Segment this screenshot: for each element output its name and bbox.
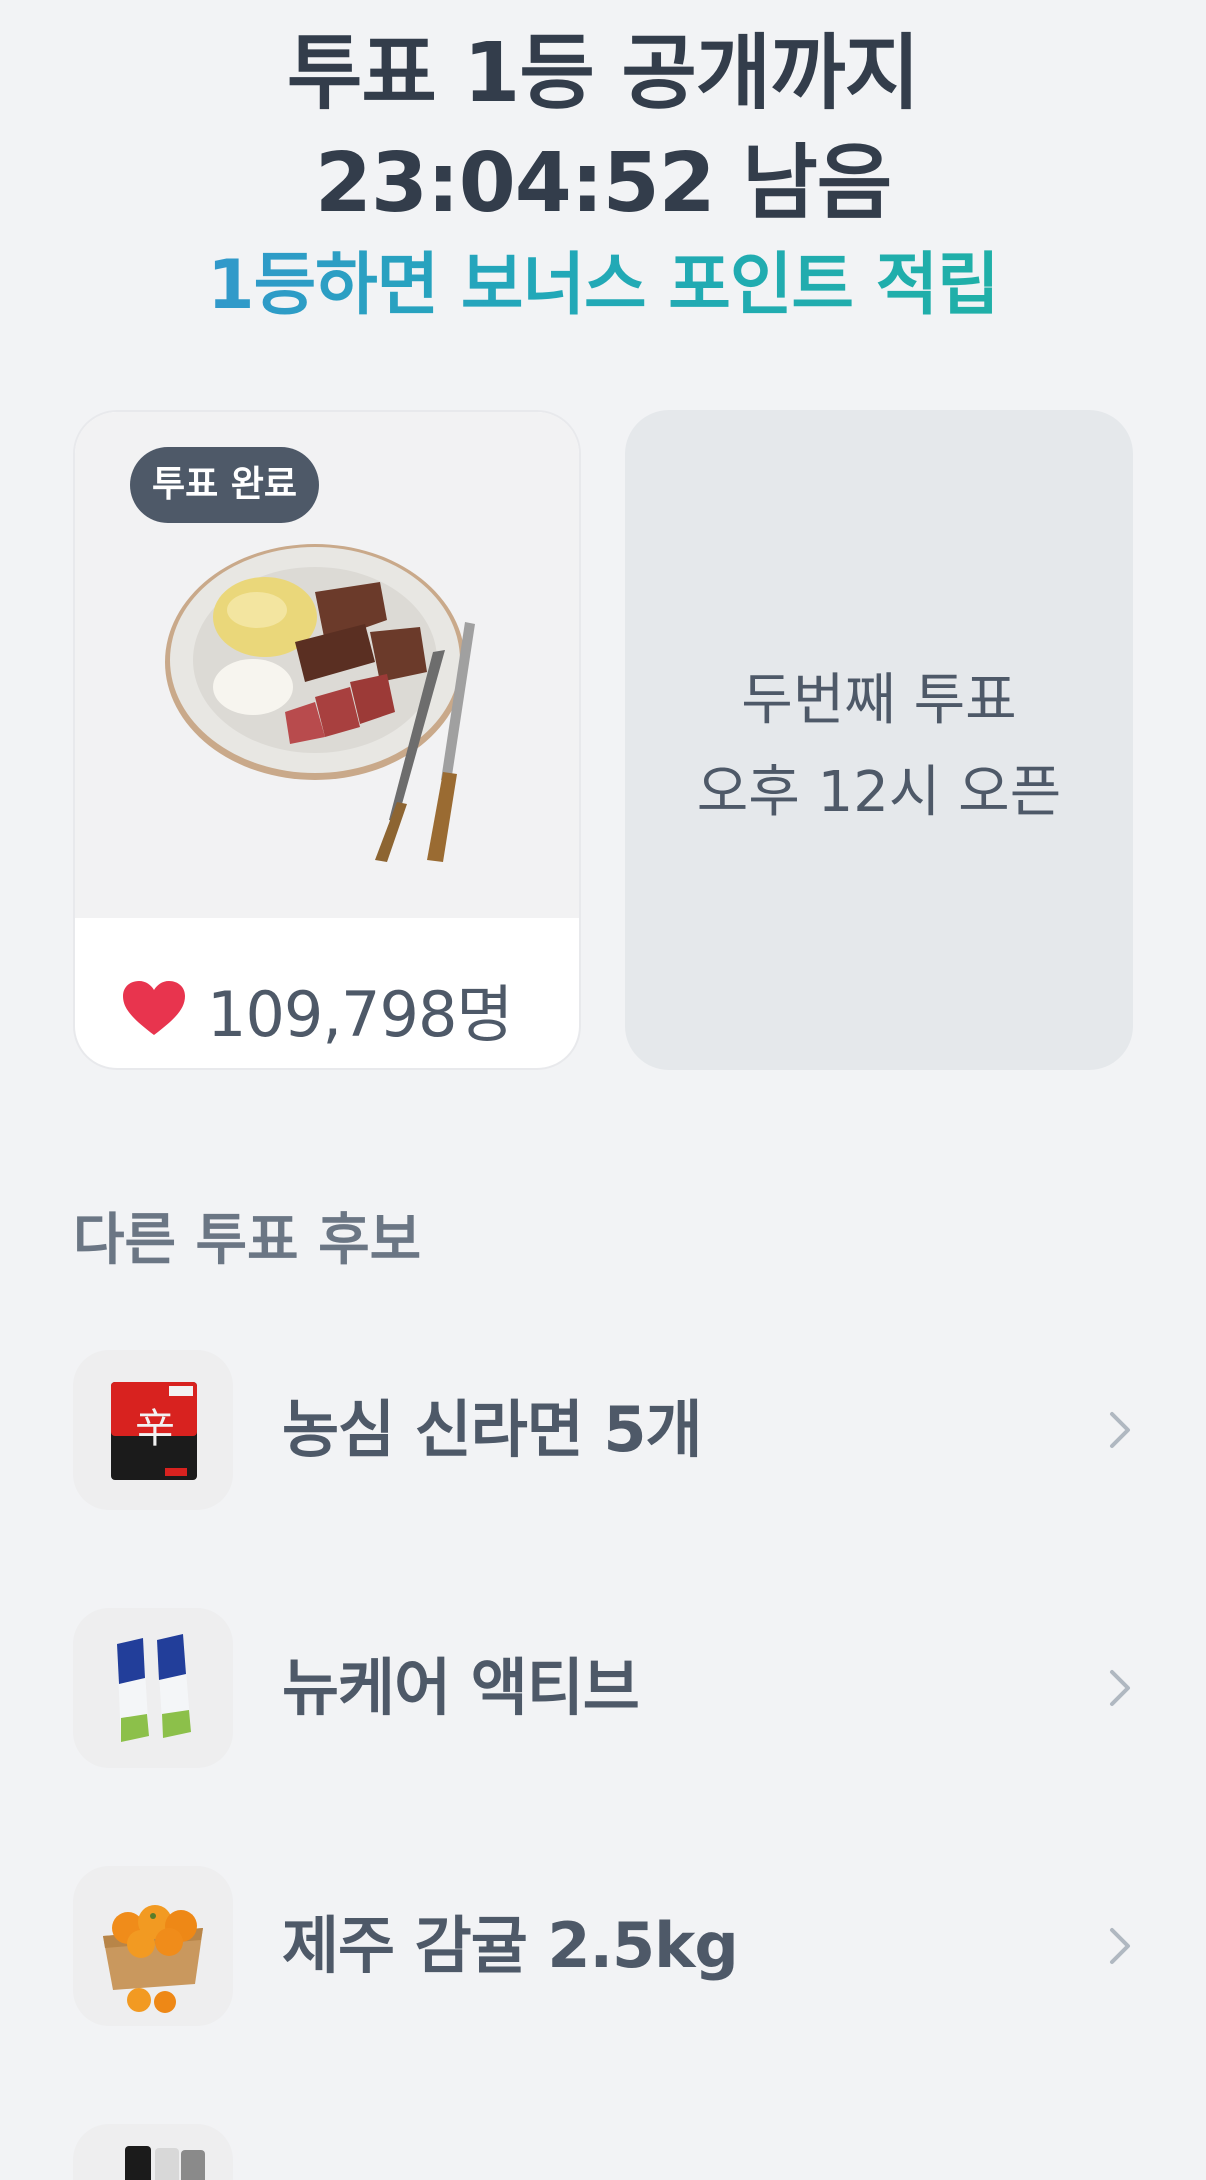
voted-item-card[interactable]: 투표 완료 109,798명 xyxy=(73,410,581,1070)
other-candidates-title: 다른 투표 후보 xyxy=(73,1208,422,1273)
voted-item-image-area: 투표 완료 xyxy=(75,412,579,918)
candidate-thumbnail xyxy=(73,2124,233,2180)
candidate-item-newcare[interactable]: 뉴케어 액티브 xyxy=(0,1608,1206,1768)
vote-page: 투표 1등 공개까지 23:04:52 남음 1등하면 보너스 포인트 적립 투… xyxy=(0,0,1206,2180)
candidate-thumbnail xyxy=(73,1608,233,1768)
bonus-message: 1등하면 보너스 포인트 적립 xyxy=(0,236,1206,336)
countdown-title: 투표 1등 공개까지 xyxy=(286,26,920,121)
svg-text:辛: 辛 xyxy=(135,1406,175,1452)
vote-count: 109,798명 xyxy=(207,978,513,1051)
candidate-thumbnail: 辛 xyxy=(73,1350,233,1510)
heart-icon xyxy=(123,981,185,1035)
candidate-item-ramen[interactable]: 辛 농심 신라면 5개 xyxy=(0,1350,1206,1510)
vote-complete-badge: 투표 완료 xyxy=(130,447,320,523)
socks-icon xyxy=(125,2146,205,2180)
countdown-timer: 23:04:52 남음 xyxy=(314,136,892,231)
chevron-right-icon xyxy=(1110,1928,1130,1964)
tangerine-basket-icon xyxy=(103,1905,203,2013)
candidate-item-tangerine[interactable]: 제주 감귤 2.5kg xyxy=(0,1866,1206,2026)
candidate-label: 농심 신라면 5개 xyxy=(282,1393,703,1466)
next-vote-time: 오후 12시 오픈 xyxy=(696,760,1062,825)
vote-count-row: 109,798명 xyxy=(123,964,513,1054)
candidate-label: 제주 감귤 2.5kg xyxy=(282,1909,739,1982)
next-vote-title: 두번째 투표 xyxy=(741,668,1017,733)
chevron-right-icon xyxy=(1110,1670,1130,1706)
steak-plate-image xyxy=(165,544,475,862)
candidate-item-socks[interactable] xyxy=(0,2124,1206,2180)
candidate-label: 뉴케어 액티브 xyxy=(282,1651,640,1724)
next-vote-card: 두번째 투표 오후 12시 오픈 xyxy=(625,410,1133,1070)
chevron-right-icon xyxy=(1110,1412,1130,1448)
milk-carton-icon xyxy=(117,1634,191,1742)
next-vote-info: 두번째 투표 오후 12시 오픈 xyxy=(625,655,1133,839)
ramen-pack-icon: 辛 xyxy=(111,1382,197,1480)
vote-header: 투표 1등 공개까지 23:04:52 남음 1등하면 보너스 포인트 적립 xyxy=(0,18,1206,336)
candidate-thumbnail xyxy=(73,1866,233,2026)
